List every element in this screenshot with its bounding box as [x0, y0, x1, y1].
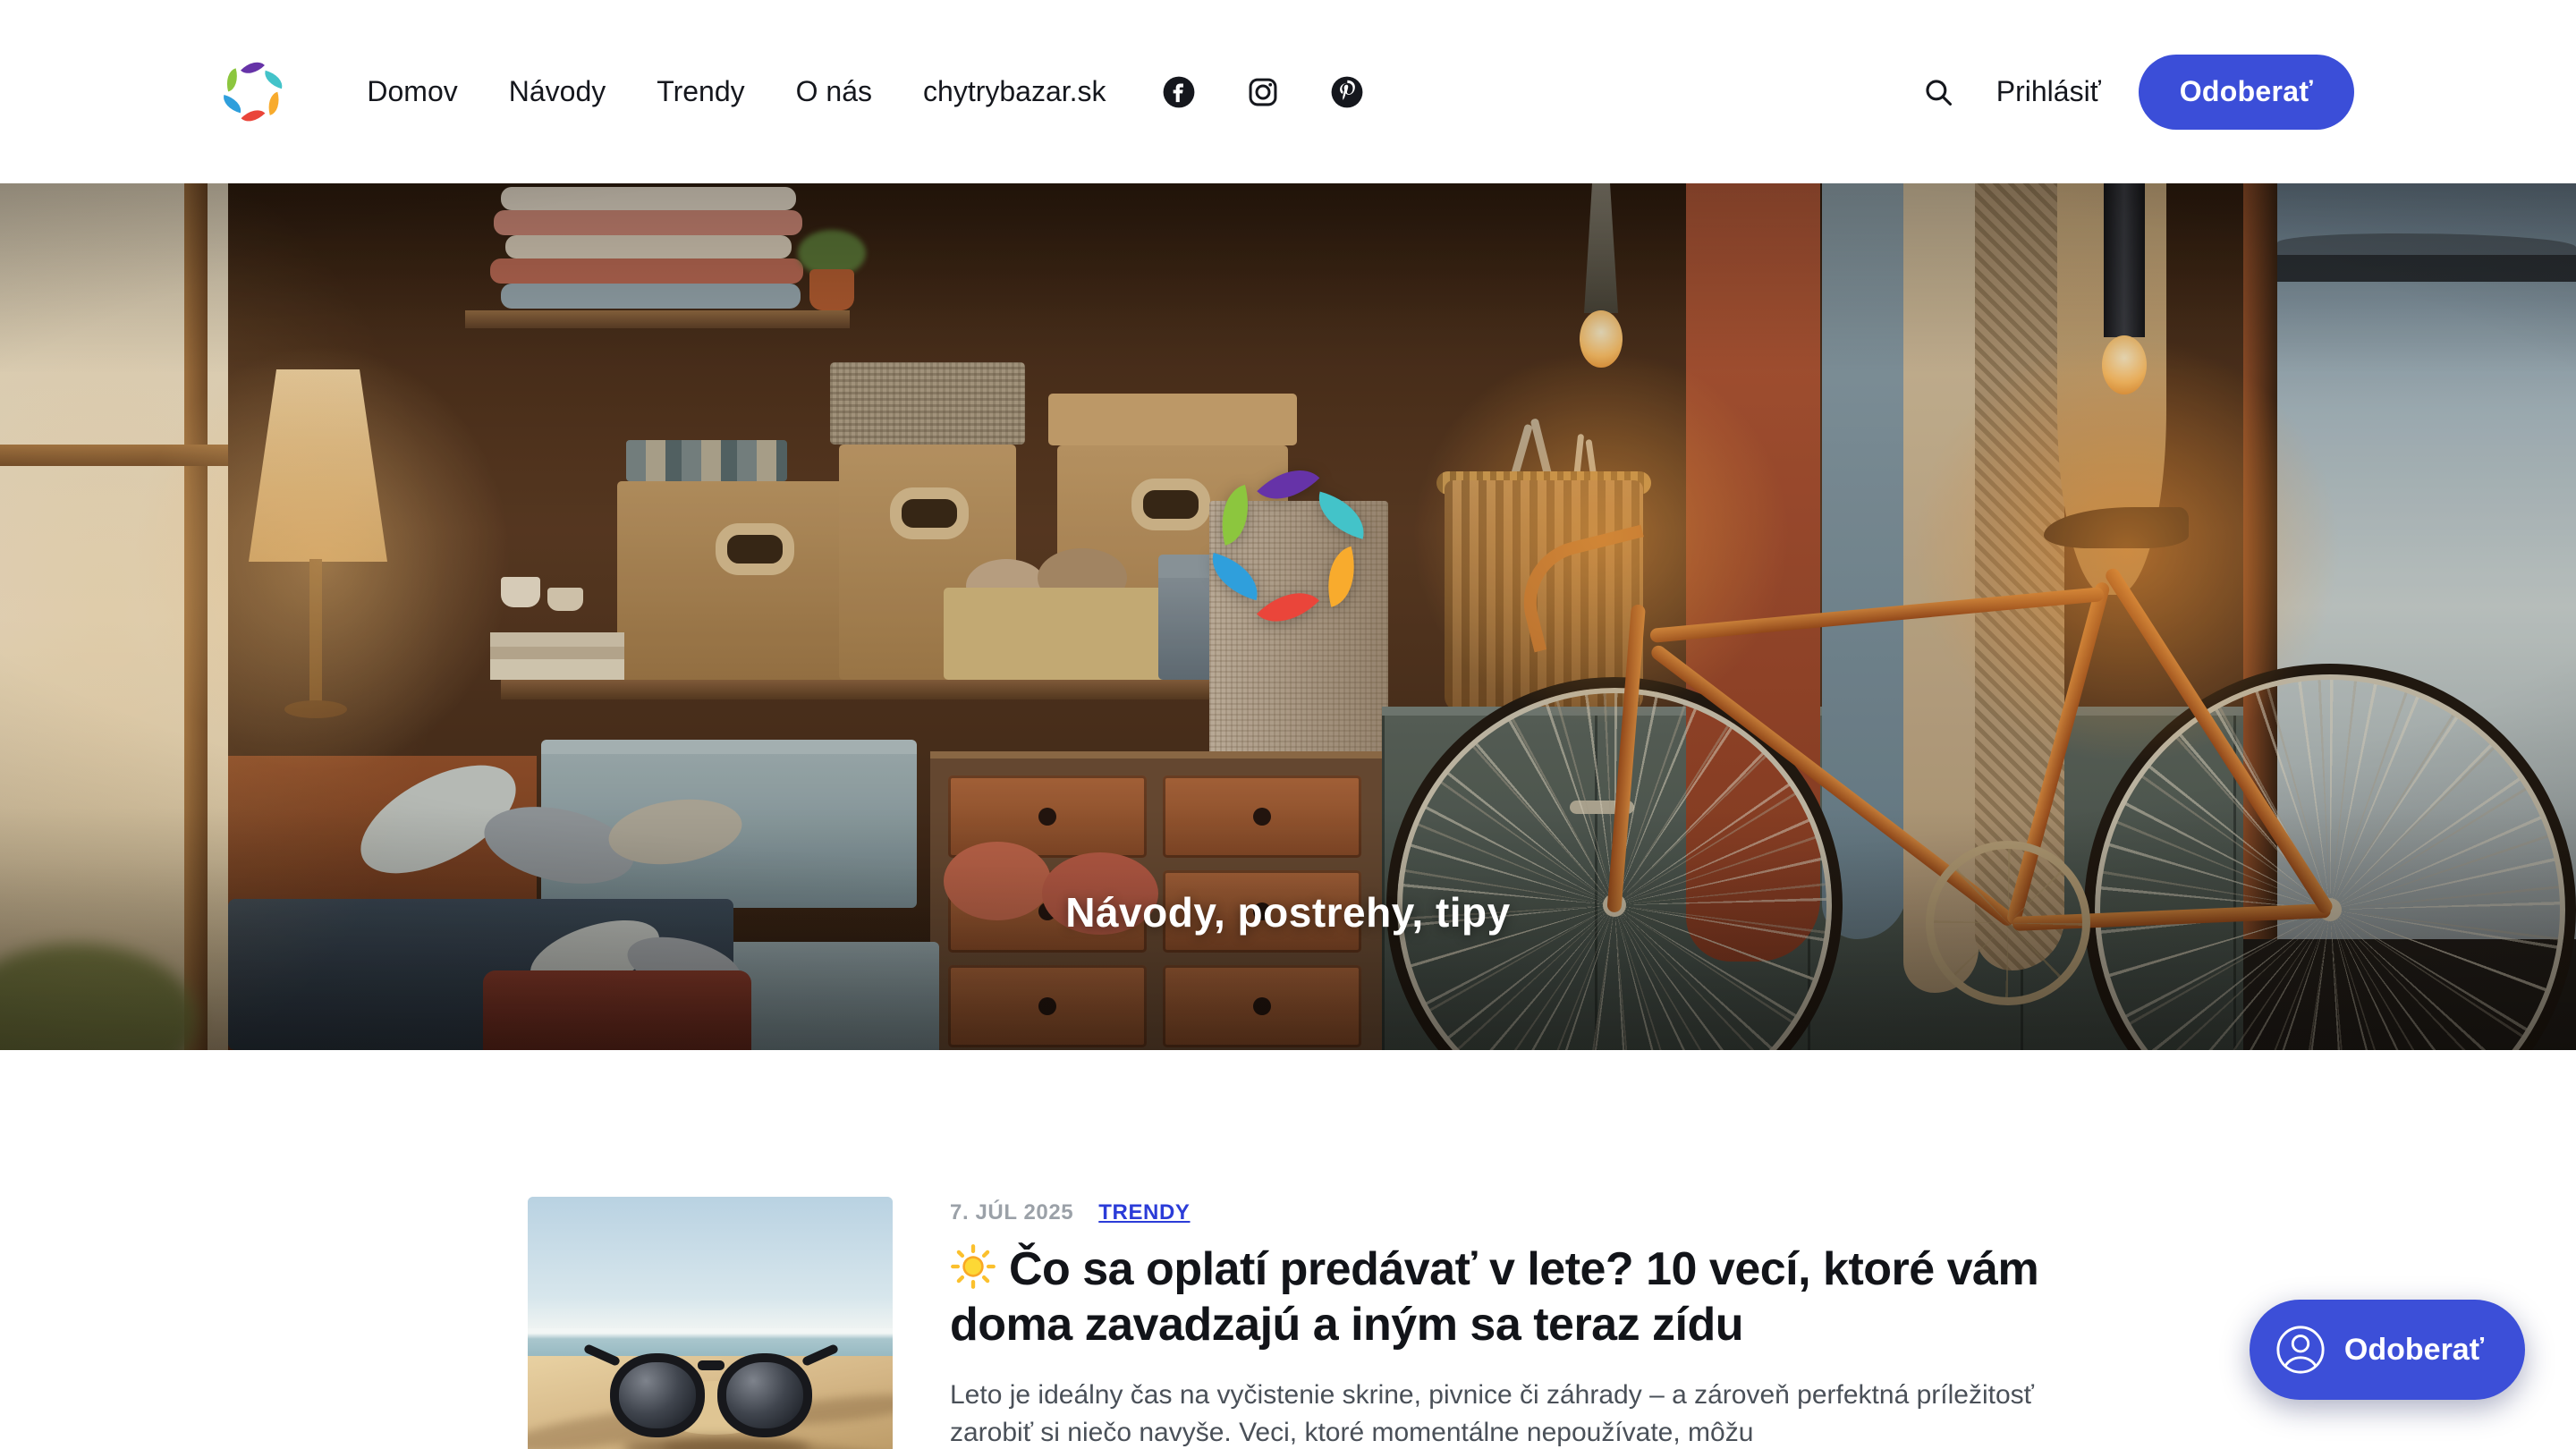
site-logo[interactable]: [222, 59, 284, 124]
portal-subscribe-button[interactable]: Odoberať: [2250, 1300, 2525, 1400]
cups-and-books: [490, 606, 624, 680]
nav-item-trendy[interactable]: Trendy: [657, 75, 744, 107]
hero-tagline: Návody, postrehy, tipy: [0, 888, 2576, 936]
pendant-light: [2104, 183, 2145, 337]
hero-cover: Návody, postrehy, tipy: [0, 183, 2576, 1050]
towel-shelf: [465, 310, 850, 328]
post-thumbnail[interactable]: [528, 1197, 893, 1449]
nav-item-domov[interactable]: Domov: [367, 75, 457, 107]
post-tag-trendy[interactable]: TRENDY: [1098, 1200, 1190, 1225]
portal-subscribe-label: Odoberať: [2344, 1333, 2484, 1368]
nav-item-o-nas[interactable]: O nás: [796, 75, 872, 107]
post-title[interactable]: Čo sa oplatí predávať v lete? 10 vecí, k…: [950, 1241, 2048, 1353]
red-basket: [483, 970, 751, 1050]
open-box: [944, 588, 1169, 680]
facebook-icon[interactable]: [1162, 75, 1196, 109]
sun-emoji-icon: [950, 1243, 996, 1290]
social-links: [1162, 75, 1364, 109]
nav-item-chytrybazar-sk[interactable]: chytrybazar.sk: [923, 75, 1106, 107]
sunglasses: [610, 1353, 705, 1437]
main-nav: Domov Návody Trendy O nás chytrybazar.sk: [367, 75, 1106, 108]
post-meta: 7. JÚL 2025 TRENDY: [950, 1200, 2048, 1225]
site-header: Domov Návody Trendy O nás chytrybazar.sk…: [0, 0, 2576, 183]
search-button[interactable]: [1923, 74, 1959, 110]
signin-link[interactable]: Prihlásiť: [1996, 75, 2101, 108]
subscribe-button[interactable]: Odoberať: [2139, 55, 2354, 130]
post-body: 7. JÚL 2025 TRENDY: [950, 1197, 2048, 1449]
stacked-tapes: [626, 440, 787, 481]
instagram-icon[interactable]: [1246, 75, 1280, 109]
post-excerpt: Leto je ideálny čas na vyčistenie skrine…: [950, 1377, 2050, 1449]
pinterest-icon[interactable]: [1330, 75, 1364, 109]
hero-logo: [1208, 462, 1368, 630]
nav-item-navody[interactable]: Návody: [509, 75, 606, 107]
member-icon: [2275, 1324, 2326, 1376]
post-date: 7. JÚL 2025: [950, 1200, 1073, 1225]
post-feed: 7. JÚL 2025 TRENDY: [528, 1197, 2048, 1449]
post-title-text: Čo sa oplatí predávať v lete? 10 vecí, k…: [950, 1243, 2038, 1351]
header-actions: Prihlásiť Odoberať: [1923, 55, 2354, 130]
search-icon: [1923, 77, 1953, 107]
post-card[interactable]: 7. JÚL 2025 TRENDY: [528, 1197, 2048, 1449]
